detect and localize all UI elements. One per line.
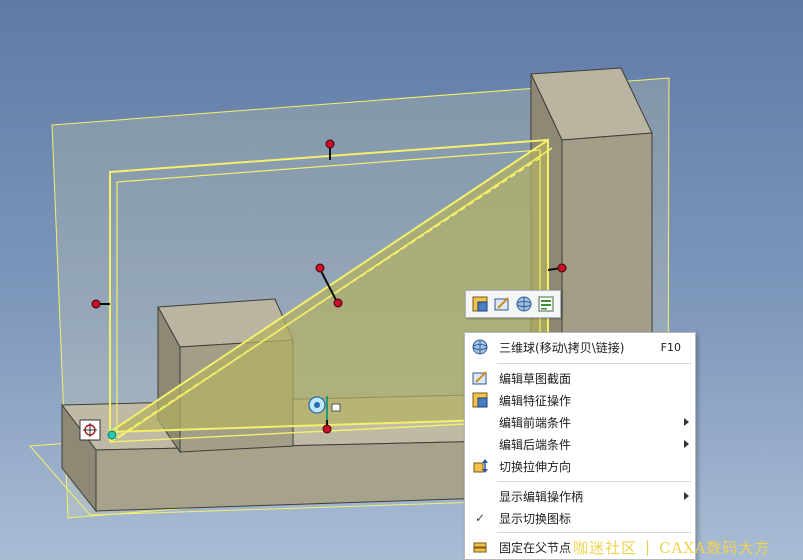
mini-toolbar bbox=[465, 290, 561, 318]
menu-separator bbox=[497, 481, 691, 482]
menu-item-edit-feature[interactable]: 编辑特征操作 bbox=[465, 389, 695, 411]
watermark-divider: | bbox=[645, 538, 652, 556]
menu-item-label: 切换拉伸方向 bbox=[499, 459, 572, 474]
pin-node-icon bbox=[470, 538, 490, 556]
menu-item-edit-front-condition[interactable]: 编辑前端条件 bbox=[465, 411, 695, 433]
menu-item-label: 显示编辑操作柄 bbox=[499, 489, 584, 504]
properties-icon[interactable] bbox=[537, 295, 555, 313]
menu-item-label: 显示切换图标 bbox=[499, 511, 572, 526]
check-mark-icon: ✓ bbox=[474, 511, 486, 525]
3d-sphere-icon bbox=[470, 338, 490, 356]
menu-item-label: 编辑后端条件 bbox=[499, 437, 572, 452]
menu-item-3d-sphere[interactable]: 三维球(移动\拷贝\链接) F10 bbox=[465, 336, 695, 358]
submenu-arrow-icon bbox=[684, 440, 689, 448]
switch-direction-icon bbox=[470, 457, 490, 475]
menu-separator bbox=[497, 532, 691, 533]
watermark-left: 咖迷社区 bbox=[573, 538, 638, 557]
menu-item-label: 三维球(移动\拷贝\链接) bbox=[499, 340, 625, 355]
menu-item-show-edit-handles[interactable]: 显示编辑操作柄 bbox=[465, 485, 695, 507]
edit-sketch-icon bbox=[470, 369, 490, 387]
edit-feature-icon bbox=[470, 391, 490, 409]
menu-item-label: 编辑特征操作 bbox=[499, 393, 572, 408]
watermark: 咖迷社区 | CAXA数码大方 bbox=[573, 535, 803, 559]
menu-item-edit-sketch[interactable]: 编辑草图截面 bbox=[465, 367, 695, 389]
menu-item-edit-back-condition[interactable]: 编辑后端条件 bbox=[465, 433, 695, 455]
3d-sphere-icon[interactable] bbox=[515, 295, 533, 313]
menu-item-shortcut: F10 bbox=[660, 340, 681, 354]
edit-feature-icon[interactable] bbox=[471, 295, 489, 313]
3d-viewport[interactable]: 三维球(移动\拷贝\链接) F10 编辑草图截面 编辑特征操作 编辑前端条件 编… bbox=[0, 0, 803, 560]
submenu-arrow-icon bbox=[684, 418, 689, 426]
menu-item-switch-direction[interactable]: 切换拉伸方向 bbox=[465, 455, 695, 477]
context-menu: 三维球(移动\拷贝\链接) F10 编辑草图截面 编辑特征操作 编辑前端条件 编… bbox=[464, 332, 696, 560]
menu-item-label: 编辑前端条件 bbox=[499, 415, 572, 430]
watermark-right: CAXA数码大方 bbox=[659, 538, 771, 557]
edit-sketch-icon[interactable] bbox=[493, 295, 511, 313]
menu-item-label: 编辑草图截面 bbox=[499, 371, 572, 386]
submenu-arrow-icon bbox=[684, 492, 689, 500]
menu-item-label: 固定在父节点 bbox=[499, 540, 572, 555]
menu-separator bbox=[497, 363, 691, 364]
menu-item-show-toggle-icon[interactable]: ✓ 显示切换图标 bbox=[465, 507, 695, 529]
